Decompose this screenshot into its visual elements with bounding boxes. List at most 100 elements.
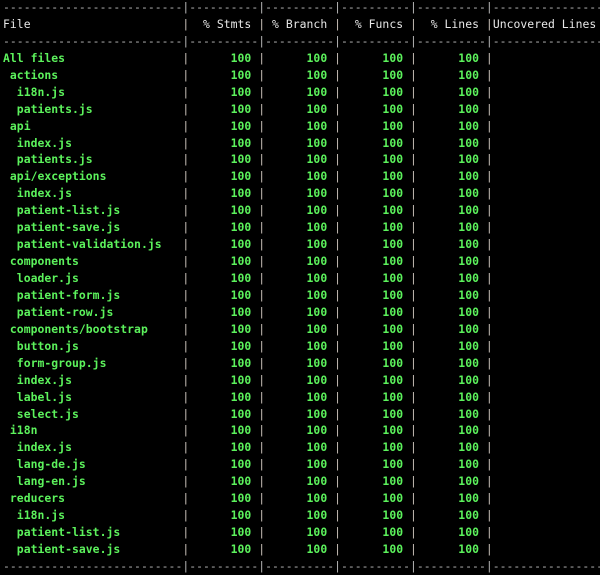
pct-stmts: 100: [189, 542, 259, 556]
pct-funcs: 100: [341, 423, 411, 438]
column-divider: |: [334, 152, 342, 167]
pct-lines: 100: [416, 186, 486, 201]
pct-stmts: 100: [189, 186, 259, 201]
pct-funcs: 100: [341, 186, 411, 201]
column-divider: |: [258, 542, 266, 556]
table-row: api/exceptions | 100 | 100 | 100 | 100 |…: [3, 168, 600, 185]
column-divider: |: [410, 67, 417, 82]
pct-stmts: 100: [189, 423, 259, 438]
file-name: patient-row.js: [3, 304, 183, 319]
separator-line: --------------------------|----------|--…: [3, 0, 600, 14]
column-divider: |: [182, 287, 190, 302]
column-divider: |: [334, 169, 342, 184]
column-divider: |: [485, 254, 493, 269]
column-divider: |: [182, 152, 190, 167]
pct-stmts: 100: [189, 355, 259, 370]
column-divider: |: [485, 338, 493, 353]
column-divider: |: [182, 474, 190, 489]
column-divider: |: [410, 457, 417, 472]
pct-branch: 100: [265, 84, 335, 99]
column-divider: |: [258, 237, 266, 252]
separator-line: --------------------------|----------|--…: [3, 33, 600, 48]
table-row: lang-en.js | 100 | 100 | 100 | 100 | |: [3, 473, 600, 490]
file-name: lang-de.js: [3, 457, 183, 472]
table-row: patients.js | 100 | 100 | 100 | 100 | |: [3, 101, 600, 118]
pct-funcs: 100: [341, 440, 411, 455]
column-divider: |: [182, 50, 190, 65]
pct-funcs: 100: [341, 406, 411, 421]
pct-branch: 100: [265, 237, 335, 252]
column-divider: |: [485, 491, 493, 506]
pct-lines: 100: [416, 372, 486, 387]
column-divider: |: [485, 84, 493, 99]
column-divider: |: [410, 186, 417, 201]
column-divider: |: [485, 423, 493, 438]
pct-stmts: 100: [189, 271, 259, 285]
column-divider: |: [485, 16, 493, 31]
uncovered-lines: [493, 118, 600, 135]
pct-lines: 100: [416, 287, 486, 302]
column-divider: |: [182, 237, 190, 252]
pct-lines: 100: [416, 152, 486, 167]
pct-stmts: 100: [189, 101, 259, 116]
pct-stmts: 100: [189, 287, 259, 302]
header-lines: % Lines: [416, 16, 486, 31]
column-divider: |: [485, 542, 493, 556]
pct-branch: 100: [265, 304, 335, 319]
table-row: patient-row.js | 100 | 100 | 100 | 100 |…: [3, 304, 600, 321]
column-divider: |: [334, 440, 342, 455]
column-divider: |: [410, 101, 417, 116]
column-divider: |: [182, 101, 190, 116]
column-divider: |: [410, 287, 417, 302]
column-divider: |: [410, 237, 417, 252]
column-divider: |: [410, 474, 417, 489]
column-divider: |: [410, 271, 417, 285]
uncovered-lines: [493, 270, 600, 287]
column-divider: |: [258, 491, 266, 506]
pct-stmts: 100: [189, 372, 259, 387]
column-divider: |: [334, 186, 342, 201]
pct-lines: 100: [416, 457, 486, 472]
uncovered-lines: [493, 236, 600, 253]
column-divider: |: [334, 271, 342, 285]
column-divider: |: [334, 254, 342, 269]
header-branch: % Branch: [265, 16, 335, 31]
file-name: patient-list.js: [3, 203, 183, 218]
column-divider: |: [334, 372, 342, 387]
column-divider: |: [410, 254, 417, 269]
column-divider: |: [334, 355, 342, 370]
column-divider: |: [485, 67, 493, 82]
pct-funcs: 100: [341, 372, 411, 387]
pct-lines: 100: [416, 474, 486, 489]
uncovered-lines: [493, 67, 600, 84]
pct-funcs: 100: [341, 237, 411, 252]
column-divider: |: [410, 220, 417, 235]
column-divider: |: [485, 508, 493, 523]
pct-lines: 100: [416, 389, 486, 404]
column-divider: |: [258, 508, 266, 523]
column-divider: |: [182, 508, 190, 523]
column-divider: |: [258, 423, 266, 438]
pct-funcs: 100: [341, 67, 411, 82]
pct-stmts: 100: [189, 50, 259, 65]
column-divider: |: [485, 321, 493, 336]
pct-stmts: 100: [189, 254, 259, 269]
column-divider: |: [485, 203, 493, 218]
column-divider: |: [410, 84, 417, 99]
column-divider: |: [258, 220, 266, 235]
pct-lines: 100: [416, 440, 486, 455]
pct-stmts: 100: [189, 152, 259, 167]
column-divider: |: [334, 542, 342, 556]
pct-funcs: 100: [341, 338, 411, 353]
pct-lines: 100: [416, 508, 486, 523]
pct-funcs: 100: [341, 152, 411, 167]
pct-branch: 100: [265, 389, 335, 404]
pct-funcs: 100: [341, 525, 411, 540]
pct-funcs: 100: [341, 271, 411, 285]
file-name: components: [3, 254, 183, 269]
pct-lines: 100: [416, 101, 486, 116]
pct-lines: 100: [416, 355, 486, 370]
table-row: components/bootstrap | 100 | 100 | 100 |…: [3, 321, 600, 338]
pct-branch: 100: [265, 67, 335, 82]
file-name: label.js: [3, 389, 183, 404]
